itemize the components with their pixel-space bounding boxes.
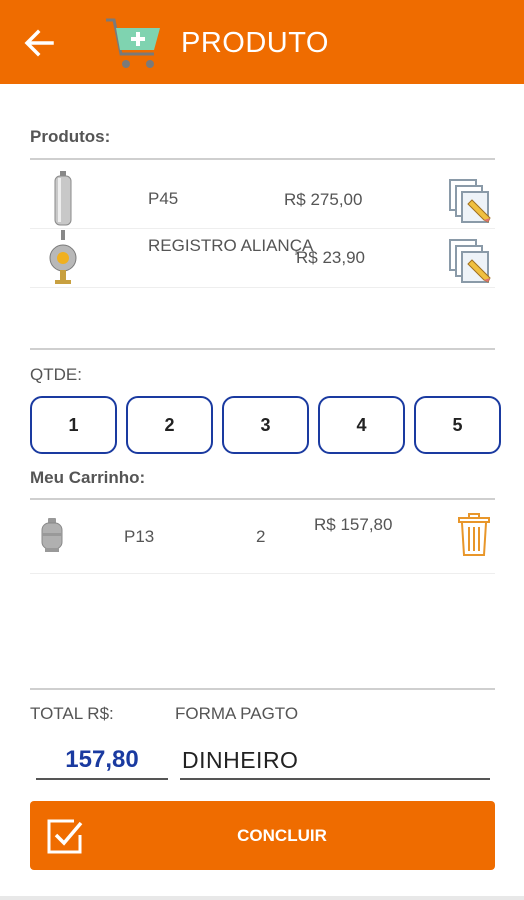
app-bar: PRODUTO [0, 0, 524, 84]
qty-button-4[interactable]: 4 [318, 396, 405, 454]
arrow-left-icon [24, 29, 54, 57]
divider [30, 573, 495, 574]
payment-method-field[interactable]: DINHEIRO [180, 744, 490, 780]
divider [30, 348, 495, 350]
concluir-button[interactable]: CONCLUIR [30, 801, 495, 870]
cart-item-name: P13 [124, 527, 155, 546]
back-button[interactable] [22, 28, 56, 58]
qty-button-5[interactable]: 5 [414, 396, 501, 454]
divider [30, 158, 495, 160]
edit-icon [449, 179, 491, 223]
products-section-label: Produtos: [30, 127, 111, 146]
product-name: P45 [148, 189, 179, 208]
qty-button-3[interactable]: 3 [222, 396, 309, 454]
concluir-label: CONCLUIR [237, 826, 327, 845]
product-row[interactable]: P45 R$ 275,00 [30, 170, 495, 228]
product-price: R$ 275,00 [284, 190, 363, 209]
payment-label: FORMA PAGTO [175, 704, 299, 723]
cart-item-row[interactable]: P13 2 R$ 157,80 [30, 503, 495, 573]
gas-cylinder-icon [41, 518, 63, 552]
edit-product-button[interactable] [448, 238, 494, 284]
divider [30, 688, 495, 690]
page-title: PRODUTO [181, 27, 329, 59]
gas-regulator-icon [49, 230, 77, 284]
gas-cylinder-tall-icon [54, 171, 72, 226]
divider [30, 287, 495, 288]
trash-icon [458, 513, 490, 556]
total-value: 157,80 [36, 744, 168, 780]
edit-icon [449, 239, 491, 283]
delete-item-button[interactable] [458, 513, 490, 557]
bottom-divider [0, 896, 524, 900]
cart-plus-icon [106, 18, 160, 68]
cart-item-price: R$ 157,80 [314, 515, 393, 534]
total-label: TOTAL R$: [30, 704, 114, 723]
divider [30, 498, 495, 500]
qty-button-1[interactable]: 1 [30, 396, 117, 454]
product-price: R$ 23,90 [296, 248, 365, 267]
product-name: REGISTRO ALIANÇA [148, 236, 314, 255]
cart-item-qty: 2 [256, 527, 266, 546]
qtde-label: QTDE: [30, 365, 82, 384]
divider [30, 228, 495, 229]
edit-product-button[interactable] [448, 178, 494, 224]
cart-section-label: Meu Carrinho: [30, 468, 146, 487]
product-row[interactable]: REGISTRO ALIANÇA R$ 23,90 [30, 230, 495, 288]
qty-button-2[interactable]: 2 [126, 396, 213, 454]
